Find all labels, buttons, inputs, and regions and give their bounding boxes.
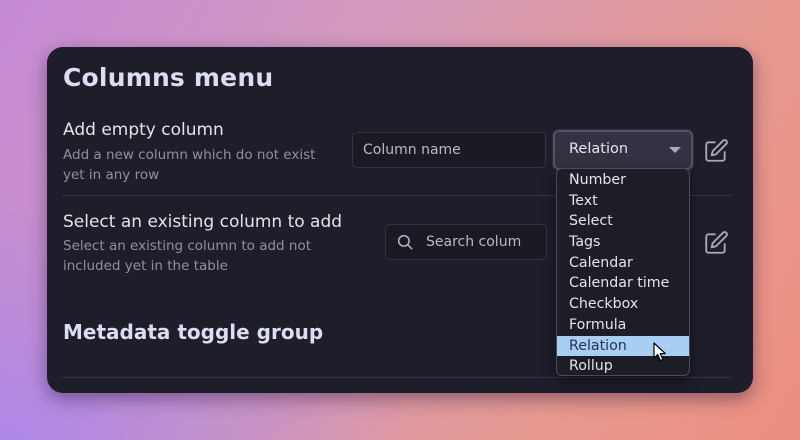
dropdown-option-formula[interactable]: Formula <box>557 315 689 336</box>
dropdown-option-number[interactable]: Number <box>557 170 689 191</box>
select-existing-column-title: Select an existing column to add <box>63 212 343 232</box>
select-existing-column-description: Select an existing column to add not inc… <box>63 238 312 274</box>
column-type-select[interactable]: Relation <box>553 130 693 170</box>
dropdown-option-tags[interactable]: Tags <box>557 232 689 253</box>
dropdown-option-calendar-time[interactable]: Calendar time <box>557 273 689 294</box>
add-empty-column-description: Add a new column which do not exist yet … <box>63 147 316 183</box>
dropdown-option-select[interactable]: Select <box>557 211 689 232</box>
chevron-down-icon <box>669 147 681 153</box>
page-title: Columns menu <box>63 63 274 92</box>
columns-menu-panel: Columns menu Add empty column Add a new … <box>47 47 753 393</box>
column-type-dropdown[interactable]: Number Text Select Tags Calendar Calenda… <box>556 168 690 376</box>
dropdown-option-rollup[interactable]: Rollup <box>557 356 689 377</box>
pencil-square-icon[interactable] <box>703 138 729 164</box>
column-name-input[interactable] <box>352 132 546 168</box>
search-column-input[interactable] <box>426 225 546 259</box>
divider <box>62 377 732 378</box>
dropdown-option-text[interactable]: Text <box>557 191 689 212</box>
pencil-square-icon[interactable] <box>703 230 729 256</box>
dropdown-option-calendar[interactable]: Calendar <box>557 253 689 274</box>
mouse-pointer-icon <box>653 342 666 362</box>
column-type-select-value: Relation <box>569 141 629 157</box>
search-icon <box>397 234 413 250</box>
dropdown-option-relation[interactable]: Relation <box>557 335 689 357</box>
metadata-toggle-group-title: Metadata toggle group <box>63 320 324 344</box>
dropdown-option-checkbox[interactable]: Checkbox <box>557 294 689 315</box>
search-column-field[interactable] <box>385 224 547 260</box>
add-empty-column-title: Add empty column <box>63 120 224 140</box>
